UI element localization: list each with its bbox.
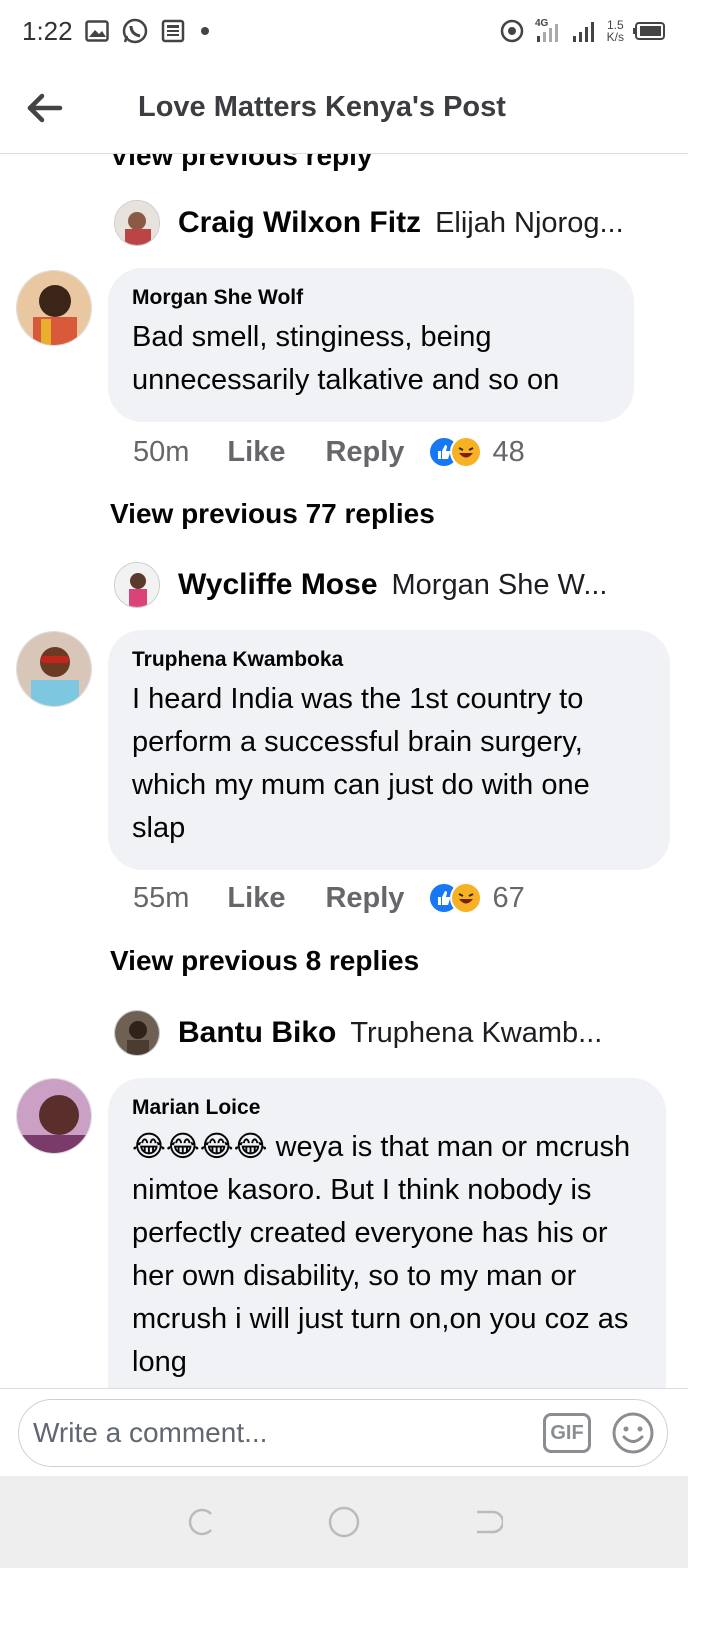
home-button[interactable]: [324, 1502, 364, 1542]
signal-4g-icon: 4G: [533, 16, 563, 46]
back-arrow-icon: [27, 93, 63, 122]
emoji-button[interactable]: [611, 1411, 655, 1455]
comment-time: 55m: [133, 881, 190, 914]
haha-reaction-icon: [450, 436, 483, 468]
reply-author[interactable]: Wycliffe Mose: [178, 568, 378, 602]
post-header: Love Matters Kenya's Post: [0, 62, 688, 154]
comment-composer[interactable]: GIF: [18, 1399, 668, 1467]
news-icon: [161, 19, 187, 43]
whatsapp-icon: [121, 17, 149, 45]
reply-snippet: Elijah Njorog...: [435, 206, 624, 239]
avatar[interactable]: [114, 562, 160, 608]
view-previous-replies-link[interactable]: View previous 8 replies: [110, 945, 419, 977]
like-button[interactable]: Like: [227, 882, 285, 915]
comment-author[interactable]: Morgan She Wolf: [132, 286, 610, 310]
speed-unit: K/s: [606, 30, 624, 44]
avatar[interactable]: [114, 1010, 160, 1056]
reply-author[interactable]: Craig Wilxon Fitz: [178, 206, 421, 240]
view-previous-reply-link[interactable]: View previous reply: [110, 154, 373, 172]
view-previous-replies-link[interactable]: View previous 77 replies: [110, 498, 435, 530]
reactions[interactable]: [428, 436, 483, 468]
reply-snippet: Morgan She W...: [391, 568, 608, 601]
comment-body: weya is that man or mcrush nimtoe kasoro…: [132, 1131, 631, 1378]
gallery-icon: [84, 20, 109, 42]
comment-actions: 55m Like Reply 67: [133, 876, 525, 920]
comment-author[interactable]: Marian Loice: [132, 1096, 642, 1120]
reaction-count[interactable]: 48: [492, 436, 524, 469]
status-time: 1:22: [22, 15, 73, 46]
data-speed: 1.5 K/s: [607, 19, 624, 43]
recent-apps-button[interactable]: [181, 1502, 221, 1542]
comment-input[interactable]: [33, 1417, 543, 1449]
status-bar: 1:22 4G 1.5 K/s: [0, 0, 688, 62]
comment-bubble[interactable]: Morgan She Wolf Bad smell, stinginess, b…: [108, 268, 634, 422]
gif-button[interactable]: GIF: [543, 1413, 591, 1453]
comment-text: 😂😂😂😂 weya is that man or mcrush nimtoe k…: [132, 1126, 642, 1384]
comment-author[interactable]: Truphena Kwamboka: [132, 648, 646, 672]
comment-actions: 50m Like Reply 48: [133, 430, 525, 474]
recent-apps-icon: [189, 1508, 213, 1536]
comment-bubble[interactable]: Marian Loice 😂😂😂😂 weya is that man or mc…: [108, 1078, 666, 1388]
comment-composer-bar: GIF: [0, 1388, 688, 1476]
back-nav-icon: [476, 1510, 503, 1534]
comment-text: Bad smell, stinginess, being unnecessari…: [132, 321, 560, 396]
reply-preview[interactable]: Wycliffe Mose Morgan She W...: [114, 560, 658, 610]
like-button[interactable]: Like: [227, 436, 285, 469]
reply-button[interactable]: Reply: [325, 882, 404, 915]
smiley-icon: [612, 1412, 654, 1454]
reply-preview[interactable]: Craig Wilxon Fitz Elijah Njorog...: [114, 198, 658, 248]
reply-author[interactable]: Bantu Biko: [178, 1016, 336, 1050]
battery-icon: [632, 21, 666, 41]
notification-dot-icon: [199, 25, 211, 37]
comment-time: 50m: [133, 435, 190, 468]
avatar[interactable]: [16, 631, 92, 707]
avatar[interactable]: [16, 1078, 92, 1154]
back-nav-button[interactable]: [467, 1502, 507, 1542]
hotspot-icon: [499, 18, 525, 44]
comment-bubble[interactable]: Truphena Kwamboka I heard India was the …: [108, 630, 670, 870]
comments-feed[interactable]: View previous reply Craig Wilxon Fitz El…: [0, 154, 688, 1388]
home-circle-icon: [328, 1506, 360, 1538]
signal-icon: [571, 18, 599, 44]
reply-preview[interactable]: Bantu Biko Truphena Kwamb...: [114, 1008, 658, 1058]
reply-snippet: Truphena Kwamb...: [350, 1016, 603, 1049]
reactions[interactable]: [428, 882, 483, 914]
back-button[interactable]: [0, 62, 90, 154]
laughing-emoji-icon: 😂😂😂😂: [132, 1131, 268, 1163]
reply-button[interactable]: Reply: [325, 436, 404, 469]
avatar[interactable]: [16, 270, 92, 346]
svg-text:4G: 4G: [535, 18, 549, 29]
comment-text: I heard India was the 1st country to per…: [132, 683, 590, 844]
haha-reaction-icon: [450, 882, 483, 914]
system-nav-bar: [0, 1476, 688, 1568]
reaction-count[interactable]: 67: [492, 882, 524, 915]
page-title: Love Matters Kenya's Post: [138, 91, 506, 123]
avatar[interactable]: [114, 200, 160, 246]
